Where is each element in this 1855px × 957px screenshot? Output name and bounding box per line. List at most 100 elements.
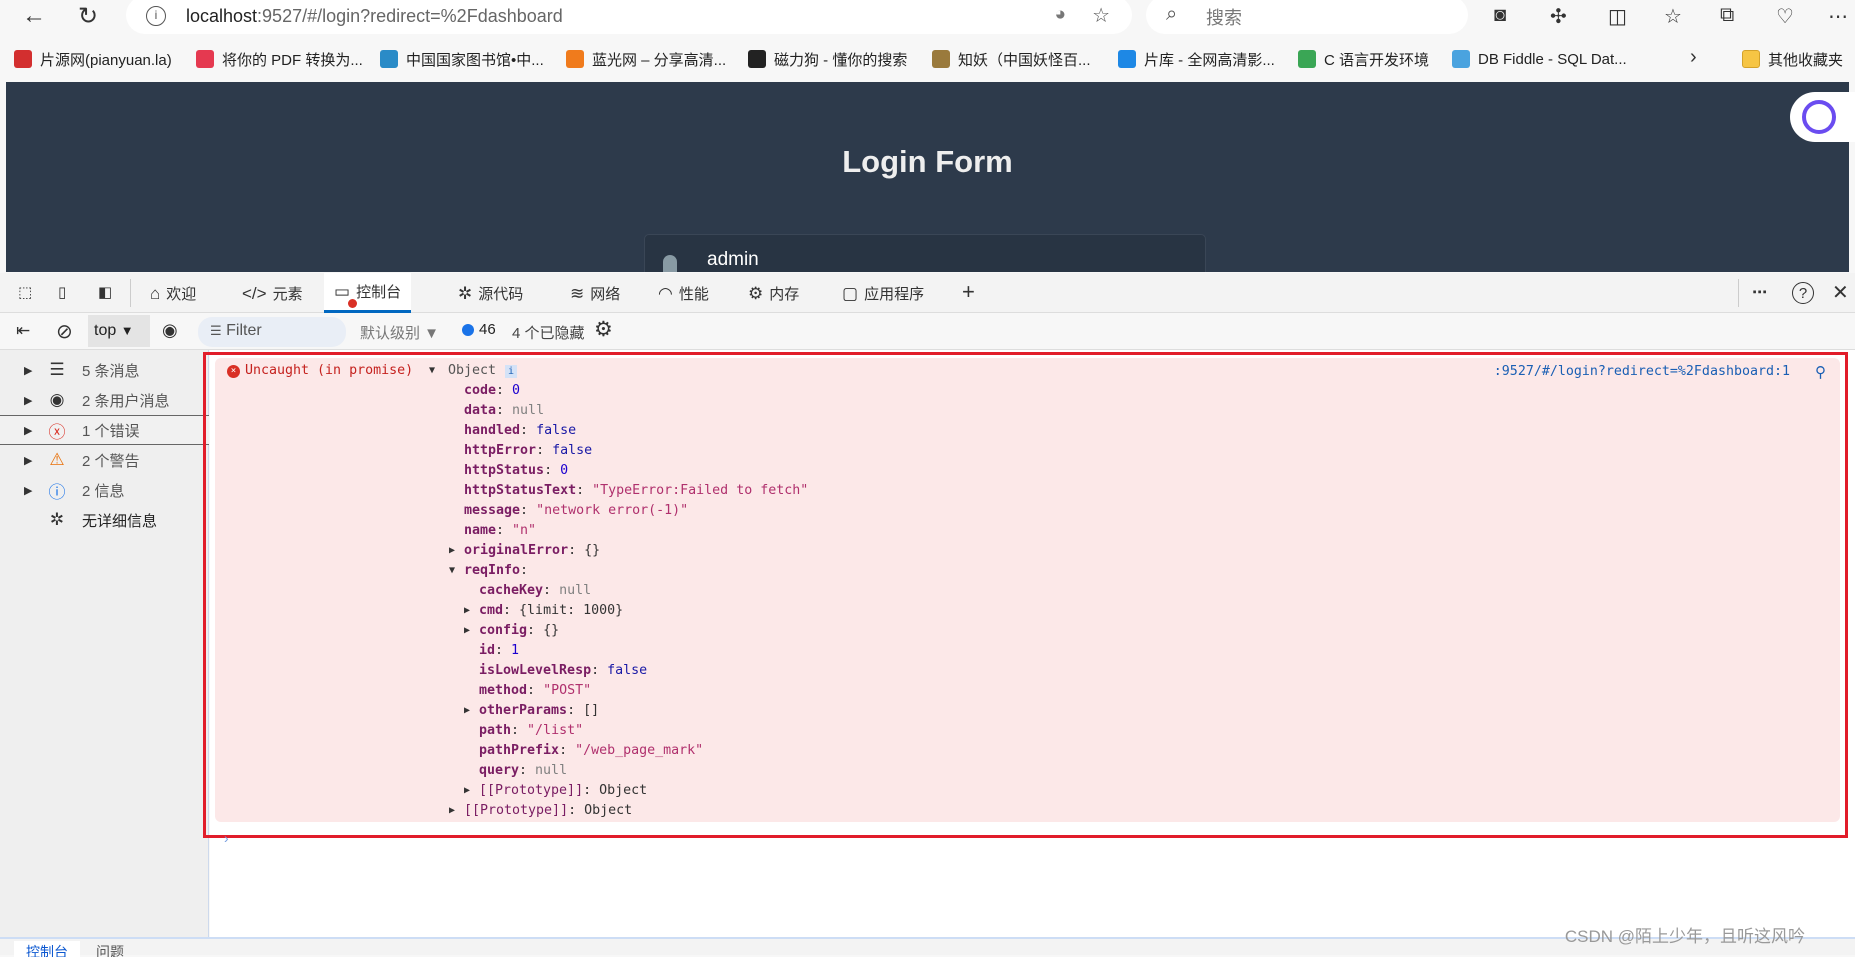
bug-icon: ✲ [458, 283, 473, 303]
bookmark-item[interactable]: 知妖（中国妖怪百... [932, 47, 1091, 71]
tab-label: 内存 [769, 286, 800, 303]
expand-arrow-icon[interactable]: ▶ [24, 394, 32, 407]
chip-icon: ⚙ [748, 283, 764, 303]
log-level-select[interactable]: 默认级别 ▼ [360, 322, 439, 343]
tab-home[interactable]: ⌂ 欢迎 [150, 283, 196, 304]
console-sidebar: ▶ ☰ 5 条消息 ▶ ◉ 2 条用户消息 ▶ ⓧ 1 个错误 ▶ ⚠ 2 个警告 ▶ ⓘ 2 信息 ✲ 无详细… [0, 350, 209, 937]
extension-logo-icon [1802, 100, 1836, 134]
close-devtools-icon[interactable]: ✕ [1832, 280, 1849, 305]
filter-input[interactable]: ☰ Filter [198, 317, 346, 347]
bookmark-label: 中国国家图书馆•中... [406, 51, 544, 69]
bookmark-item[interactable]: 蓝光网 – 分享高清... [566, 47, 726, 71]
context-select[interactable]: top ▼ [88, 315, 150, 347]
console-prompt-icon[interactable]: › [224, 830, 229, 846]
favorites-icon[interactable]: ☆ [1664, 4, 1682, 29]
url-host: localhost [186, 6, 258, 26]
site-info-icon[interactable]: i [146, 6, 166, 26]
back-icon[interactable]: ← [22, 2, 46, 30]
login-page: Login Form admin [6, 82, 1849, 272]
sidebar-item-label: 2 信息 [82, 482, 125, 500]
devtools-tabbar: ⬚ ▯ ◧ ⌂ 欢迎 </> 元素 ▭ 控制台 ✲ 源代码 ≋ 网络 ◠ 性能 ⚙ 内存 ▢ 应用程序 + ⋯… [0, 273, 1855, 313]
tab-app[interactable]: ▢ 应用程序 [842, 283, 924, 304]
expand-arrow-icon[interactable]: ▶ [24, 364, 32, 377]
sidebar-item-label: 5 条消息 [82, 362, 140, 380]
expand-arrow-icon[interactable]: ▶ [24, 484, 32, 497]
clear-console-icon[interactable]: ⊘ [56, 319, 73, 344]
filter-placeholder: Filter [226, 322, 262, 339]
bookmark-label: 片源网(pianyuan.la) [40, 51, 172, 69]
bookmark-item[interactable]: DB Fiddle - SQL Dat... [1452, 47, 1627, 71]
sidebar-item-label: 2 条用户消息 [82, 392, 170, 410]
message-count[interactable]: 46 [479, 321, 496, 338]
user-icon: ◉ [49, 390, 65, 409]
bookmark-item[interactable]: 将你的 PDF 转换为... [196, 47, 363, 71]
sidebar-item[interactable]: ▶ ⓘ 2 信息 [0, 475, 209, 505]
bookmark-label: 蓝光网 – 分享高清... [592, 51, 727, 69]
messages-icon [462, 324, 474, 336]
tab-wifi[interactable]: ≋ 网络 [570, 283, 620, 304]
floating-extension-button[interactable] [1790, 92, 1855, 142]
device-emulation-icon[interactable]: ▯ [58, 283, 66, 301]
bug-icon: ✲ [49, 510, 65, 529]
extension-tampermonkey-icon[interactable]: ◙ [1494, 4, 1506, 27]
error-badge-icon [348, 299, 357, 308]
tab-console[interactable]: ▭ 控制台 [324, 273, 412, 313]
tab-chip[interactable]: ⚙ 内存 [748, 283, 799, 304]
refresh-icon[interactable]: ↻ [78, 2, 98, 31]
sidebar-item-label: 无详细信息 [82, 512, 158, 530]
bookmark-label: 磁力狗 - 懂你的搜索 [774, 51, 908, 69]
collections-icon[interactable]: ⧉ [1720, 4, 1734, 27]
inspect-icon[interactable]: ⬚ [18, 283, 32, 301]
console-toolbar: ⇤ ⊘ top ▼ ◉ ☰ Filter 默认级别 ▼ 46 4 个已隐藏 ⚙ [0, 313, 1855, 350]
bookmarks-overflow-icon[interactable]: › [1690, 46, 1697, 69]
extensions-icon[interactable]: ✣ [1550, 4, 1567, 29]
dropdown-arrow-icon: ▼ [120, 323, 134, 338]
tab-code[interactable]: </> 元素 [242, 283, 303, 304]
tab-label: 控制台 [356, 284, 402, 301]
sidebar-item[interactable]: ▶ ☰ 5 条消息 [0, 355, 209, 385]
tab-gauge[interactable]: ◠ 性能 [658, 283, 709, 304]
username-field[interactable]: admin [644, 234, 1206, 272]
split-screen-icon[interactable]: ◫ [1608, 4, 1627, 29]
help-icon[interactable]: ? [1792, 282, 1814, 304]
browser-health-icon[interactable]: ♡ [1776, 4, 1794, 29]
bookmark-item[interactable]: 磁力狗 - 懂你的搜索 [748, 47, 907, 71]
favorite-star-icon[interactable]: ☆ [1092, 3, 1110, 28]
sidebar-item[interactable]: ▶ ◉ 2 条用户消息 [0, 385, 209, 415]
sidebar-item-label: 1 个错误 [82, 422, 140, 440]
tab-label: 网络 [590, 286, 621, 303]
address-bar[interactable]: i localhost:9527/#/login?redirect=%2Fdas… [126, 0, 1132, 34]
sidebar-item[interactable]: ▶ ⓧ 1 个错误 [0, 415, 209, 445]
dock-icon[interactable]: ◧ [98, 283, 112, 301]
tab-bug[interactable]: ✲ 源代码 [458, 283, 523, 304]
add-tab-icon[interactable]: + [962, 279, 975, 305]
other-bookmarks-label: 其他收藏夹 [1768, 51, 1844, 69]
gauge-icon: ◠ [658, 283, 673, 303]
bookmark-favicon-icon [380, 50, 398, 68]
tab-label: 欢迎 [166, 286, 197, 303]
url-path: :9527/#/login?redirect=%2Fdashboard [257, 6, 563, 26]
other-bookmarks[interactable]: 其他收藏夹 [1742, 47, 1843, 71]
sidebar-item[interactable]: ✲ 无详细信息 [0, 505, 209, 535]
sidebar-toggle-icon[interactable]: ⇤ [16, 321, 30, 341]
watermark: CSDN @陌上少年，且听这风吟 [1564, 927, 1805, 946]
more-icon[interactable]: ⋯ [1828, 4, 1848, 29]
bookmark-item[interactable]: 片库 - 全网高清影... [1118, 47, 1275, 71]
bookmark-item[interactable]: 片源网(pianyuan.la) [14, 47, 172, 71]
expand-arrow-icon[interactable]: ▶ [24, 454, 32, 467]
edge-icon[interactable]: ◕ [1055, 4, 1066, 26]
bookmark-favicon-icon [1118, 50, 1136, 68]
tab-label: 性能 [678, 286, 709, 303]
bookmark-item[interactable]: 中国国家图书馆•中... [380, 47, 544, 71]
more-options-icon[interactable]: ⋯ [1752, 283, 1767, 301]
live-expression-eye-icon[interactable]: ◉ [162, 320, 178, 341]
console-settings-gear-icon[interactable]: ⚙ [594, 317, 613, 342]
expand-arrow-icon[interactable]: ▶ [24, 424, 32, 437]
home-icon: ⌂ [150, 283, 161, 303]
bookmark-item[interactable]: C 语言开发环境 [1298, 47, 1429, 71]
page-title: Login Form [842, 144, 1013, 179]
sidebar-item[interactable]: ▶ ⚠ 2 个警告 [0, 445, 209, 475]
search-box[interactable]: ⌕ 搜索 [1146, 0, 1468, 34]
divider [1738, 279, 1739, 307]
bookmark-label: 将你的 PDF 转换为... [222, 51, 363, 69]
